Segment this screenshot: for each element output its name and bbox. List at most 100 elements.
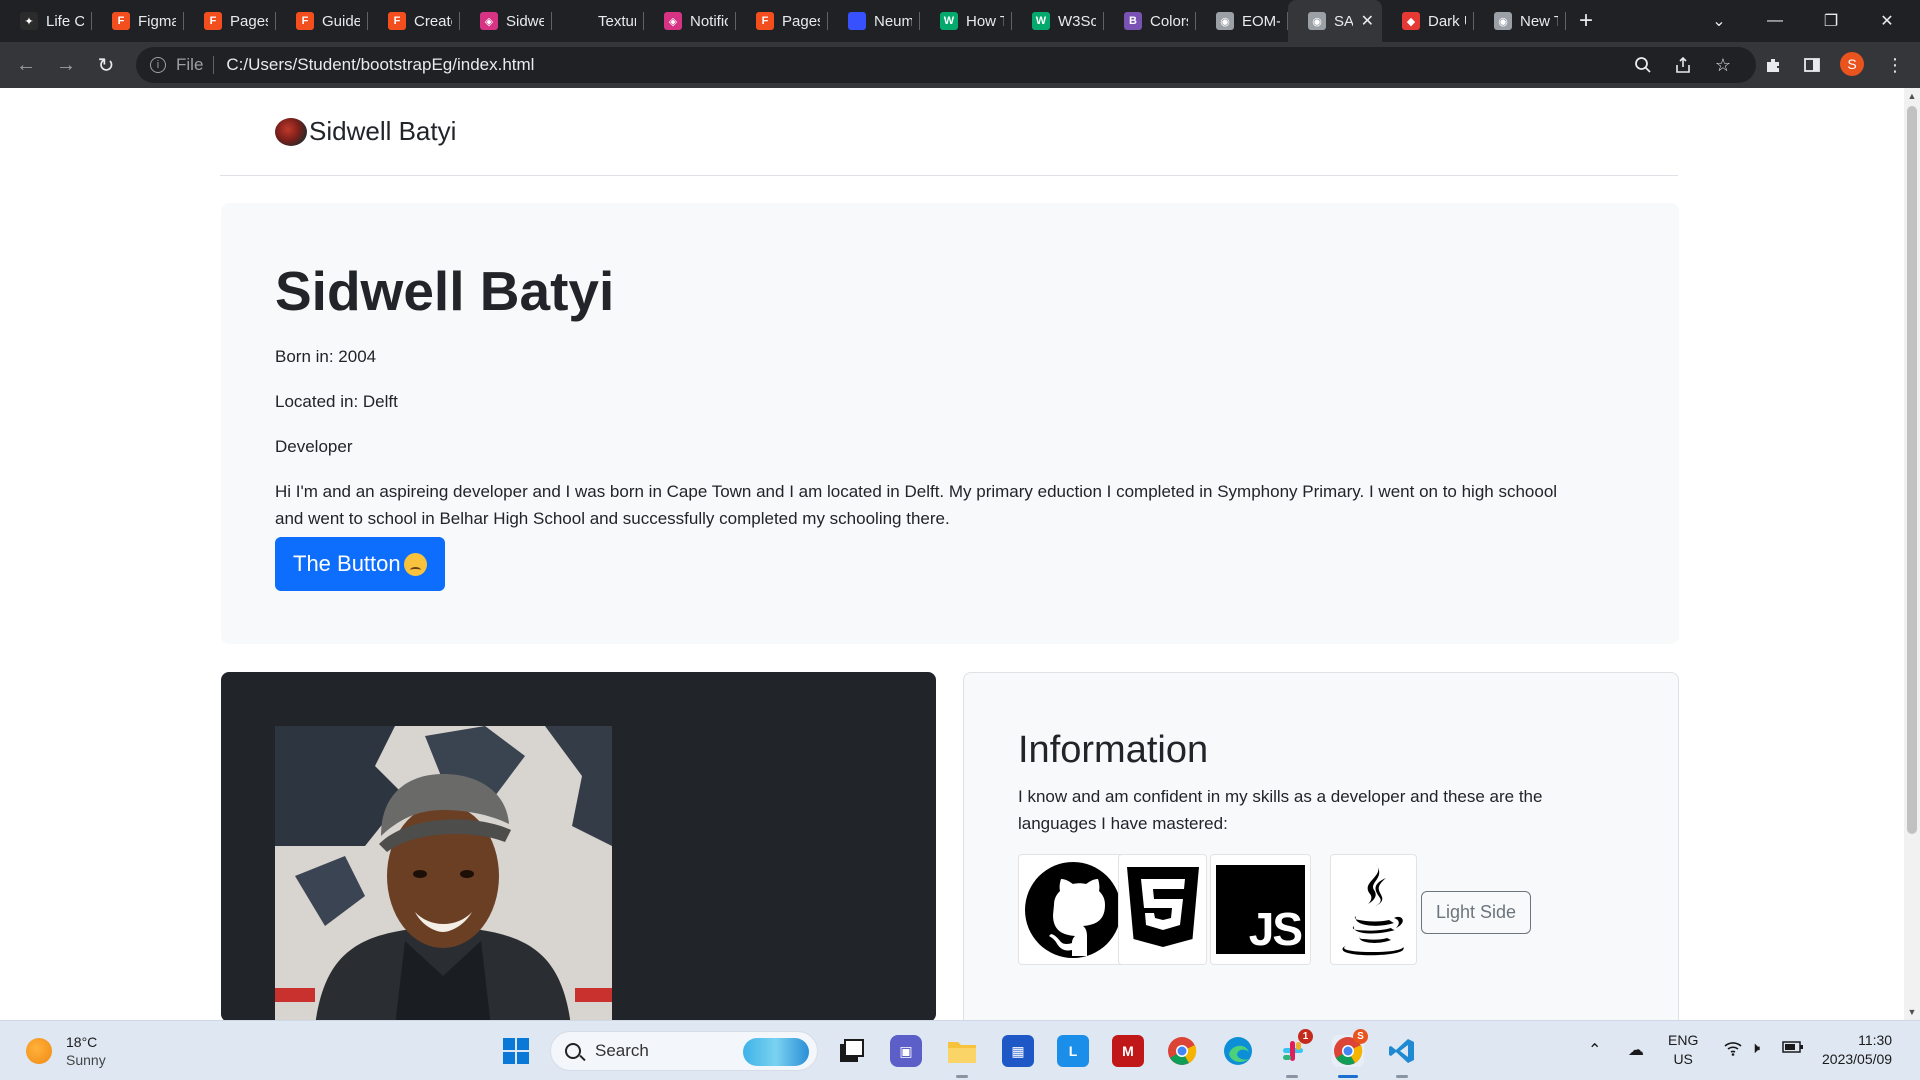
- light-side-button[interactable]: Light Side: [1421, 891, 1532, 934]
- scrollbar-thumb[interactable]: [1907, 106, 1917, 834]
- language-indicator[interactable]: ENG US: [1668, 1031, 1698, 1069]
- new-tab-button[interactable]: +: [1566, 0, 1606, 42]
- tab-favicon-icon: ◉: [1216, 12, 1234, 30]
- browser-tab[interactable]: ◉ EOM-I: [1196, 0, 1288, 42]
- chrome-icon[interactable]: [1166, 1035, 1198, 1067]
- tab-label: How T: [966, 12, 1004, 30]
- taskbar-search-label: Search: [595, 1041, 649, 1060]
- sun-icon: [26, 1038, 52, 1064]
- profile-photo: [275, 726, 612, 1020]
- zoom-icon[interactable]: [1624, 46, 1662, 84]
- scroll-up-arrow-icon[interactable]: ▲: [1904, 88, 1920, 104]
- profile-avatar[interactable]: S: [1840, 52, 1864, 76]
- forward-icon[interactable]: →: [46, 45, 86, 85]
- file-explorer-icon[interactable]: [946, 1035, 978, 1067]
- l-app-icon[interactable]: L: [1057, 1035, 1089, 1067]
- site-navbar: Sidwell Batyi: [220, 88, 1678, 176]
- tab-label: Sidwel: [506, 12, 544, 30]
- close-tab-icon[interactable]: ✕: [1361, 11, 1374, 31]
- tab-label: New T: [1520, 12, 1558, 30]
- born-text: Born in: 2004: [275, 347, 377, 366]
- language-bottom: US: [1673, 1051, 1693, 1067]
- chrome-profile-icon[interactable]: S: [1332, 1029, 1368, 1067]
- browser-tab[interactable]: ✦ Life Cl: [0, 0, 92, 42]
- address-bar[interactable]: i File C:/Users/Student/bootstrapEg/inde…: [136, 47, 1756, 83]
- windows-taskbar: 18°C Sunny Search ▣ ▦ L M 1 S ⌃ ☁ ENG US…: [0, 1020, 1920, 1080]
- mcafee-icon[interactable]: M: [1112, 1035, 1144, 1067]
- github-logo-icon: [1018, 854, 1127, 965]
- onedrive-icon[interactable]: ☁: [1628, 1040, 1644, 1060]
- sad-face-emoji-icon: [403, 552, 427, 576]
- browser-tab[interactable]: F Guide: [276, 0, 368, 42]
- tab-label: Textur: [598, 12, 636, 30]
- browser-tab[interactable]: ◆ Dark U: [1382, 0, 1474, 42]
- wifi-icon[interactable]: [1724, 1040, 1742, 1061]
- hero-title: Sidwell Batyi: [275, 260, 615, 322]
- hero-jumbotron: Sidwell Batyi Born in: 2004 Located in: …: [221, 203, 1679, 644]
- html5-logo-icon: 5: [1118, 854, 1207, 965]
- windows-start-icon[interactable]: [500, 1035, 532, 1067]
- browser-tab[interactable]: Neum: [828, 0, 920, 42]
- weather-widget[interactable]: 18°C Sunny: [26, 1033, 106, 1069]
- menu-kebab-icon[interactable]: ⋮: [1876, 46, 1914, 84]
- url-divider: [213, 56, 215, 74]
- restore-button[interactable]: ❐: [1808, 0, 1854, 42]
- task-view-icon[interactable]: [836, 1035, 868, 1067]
- language-top: ENG: [1668, 1032, 1699, 1048]
- url-scheme: File: [176, 55, 204, 74]
- location-text: Located in: Delft: [275, 392, 398, 411]
- tab-favicon-icon: [572, 12, 590, 30]
- teams-chat-icon[interactable]: ▣: [890, 1035, 922, 1067]
- browser-tab[interactable]: W W3Sc: [1012, 0, 1104, 42]
- browser-tab[interactable]: F Pages: [184, 0, 276, 42]
- slack-icon[interactable]: 1: [1277, 1029, 1313, 1067]
- clock[interactable]: 11:30 2023/05/09: [1822, 1031, 1892, 1069]
- browser-tab[interactable]: F Create: [368, 0, 460, 42]
- browser-tab[interactable]: B Colors: [1104, 0, 1196, 42]
- side-panel-icon[interactable]: [1793, 46, 1831, 84]
- back-icon[interactable]: ←: [6, 45, 46, 85]
- tab-favicon-icon: F: [296, 12, 314, 30]
- tab-favicon-icon: F: [756, 12, 774, 30]
- browser-tab[interactable]: Textur: [552, 0, 644, 42]
- volume-muted-icon[interactable]: 🕨: [1750, 1040, 1760, 1058]
- browser-tab[interactable]: W How T: [920, 0, 1012, 42]
- browser-tab[interactable]: ◈ Sidwel: [460, 0, 552, 42]
- bookmark-star-icon[interactable]: ☆: [1704, 46, 1742, 84]
- url-text[interactable]: C:/Users/Student/bootstrapEg/index.html: [226, 55, 534, 75]
- tab-label: Colors: [1150, 12, 1188, 30]
- vscode-running-indicator: [1396, 1075, 1408, 1078]
- navbar-brand[interactable]: Sidwell Batyi: [275, 116, 456, 147]
- minimize-button[interactable]: —: [1752, 0, 1798, 42]
- page-scrollbar[interactable]: ▲ ▼: [1904, 88, 1920, 1020]
- the-button[interactable]: The Button: [275, 537, 445, 591]
- edge-icon[interactable]: [1222, 1035, 1254, 1067]
- tray-overflow-chevron-icon[interactable]: ⌃: [1588, 1040, 1601, 1060]
- site-info-icon[interactable]: i: [150, 57, 166, 73]
- browser-tab[interactable]: ◈ Notific: [644, 0, 736, 42]
- browser-tab[interactable]: F Pages: [736, 0, 828, 42]
- close-window-button[interactable]: ✕: [1864, 0, 1910, 42]
- weather-temperature: 18°C: [66, 1034, 98, 1050]
- battery-icon[interactable]: [1782, 1040, 1804, 1059]
- tab-search-icon[interactable]: ⌄: [1696, 0, 1742, 42]
- browser-tab[interactable]: F Figma: [92, 0, 184, 42]
- vscode-icon[interactable]: [1386, 1035, 1418, 1067]
- tab-favicon-icon: ◉: [1308, 12, 1326, 30]
- extensions-icon[interactable]: [1754, 46, 1792, 84]
- role-text: Developer: [275, 437, 353, 456]
- reload-icon[interactable]: ↻: [86, 45, 126, 85]
- tab-label: Guide: [322, 12, 360, 30]
- browser-tab[interactable]: ◉ SA ✕: [1288, 0, 1382, 42]
- slack-badge: 1: [1298, 1029, 1313, 1044]
- tab-label: Neum: [874, 12, 912, 30]
- photo-card: [221, 672, 936, 1020]
- scroll-down-arrow-icon[interactable]: ▼: [1904, 1004, 1920, 1020]
- clock-time: 11:30: [1858, 1032, 1893, 1048]
- js-logo-text: JS: [1248, 903, 1303, 955]
- share-icon[interactable]: [1664, 46, 1702, 84]
- taskbar-search[interactable]: Search: [550, 1031, 818, 1071]
- microsoft-store-icon[interactable]: ▦: [1002, 1035, 1034, 1067]
- browser-tab[interactable]: ◉ New T: [1474, 0, 1566, 42]
- tab-label: W3Sc: [1058, 12, 1096, 30]
